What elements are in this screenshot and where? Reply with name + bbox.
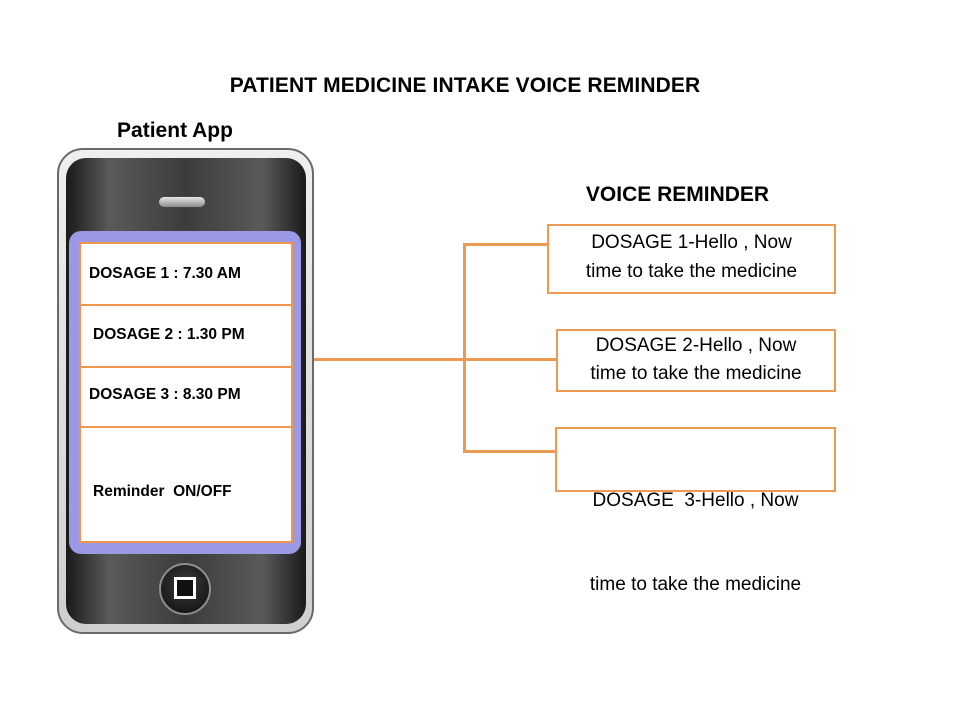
reminder-toggle[interactable]: Reminder ON/OFF xyxy=(93,483,232,501)
dosage-1-label: DOSAGE 1 : 7.30 AM xyxy=(89,265,241,282)
connector-branch-3 xyxy=(463,450,558,453)
reminder-3-line1: DOSAGE 3-Hello , Now xyxy=(592,490,799,511)
home-square-icon xyxy=(174,577,196,599)
connector-branch-1 xyxy=(463,243,549,246)
voice-reminder-heading: VOICE REMINDER xyxy=(585,183,770,206)
reminder-2-line2: time to take the medicine xyxy=(590,363,802,384)
speaker-icon xyxy=(158,196,206,208)
reminder-box-dosage-1: DOSAGE 1-Hello , Now time to take the me… xyxy=(547,224,836,294)
reminder-1-line1: DOSAGE 1-Hello , Now xyxy=(591,232,792,253)
reminder-3-line2: time to take the medicine xyxy=(589,574,802,595)
dosage-2-label: DOSAGE 2 : 1.30 PM xyxy=(93,326,245,343)
connector-vertical xyxy=(463,243,466,453)
patient-app-heading: Patient App xyxy=(117,119,233,142)
reminder-1-line2: time to take the medicine xyxy=(585,261,798,282)
reminder-box-dosage-2: DOSAGE 2-Hello , Now time to take the me… xyxy=(556,329,836,392)
reminder-2-line1: DOSAGE 2-Hello , Now xyxy=(595,335,797,356)
connector-main xyxy=(314,358,558,361)
page-title: PATIENT MEDICINE INTAKE VOICE REMINDER xyxy=(229,74,701,97)
dosage-3-label: DOSAGE 3 : 8.30 PM xyxy=(89,386,241,403)
reminder-box-dosage-3: DOSAGE 3-Hello , Now time to take the me… xyxy=(555,427,836,595)
